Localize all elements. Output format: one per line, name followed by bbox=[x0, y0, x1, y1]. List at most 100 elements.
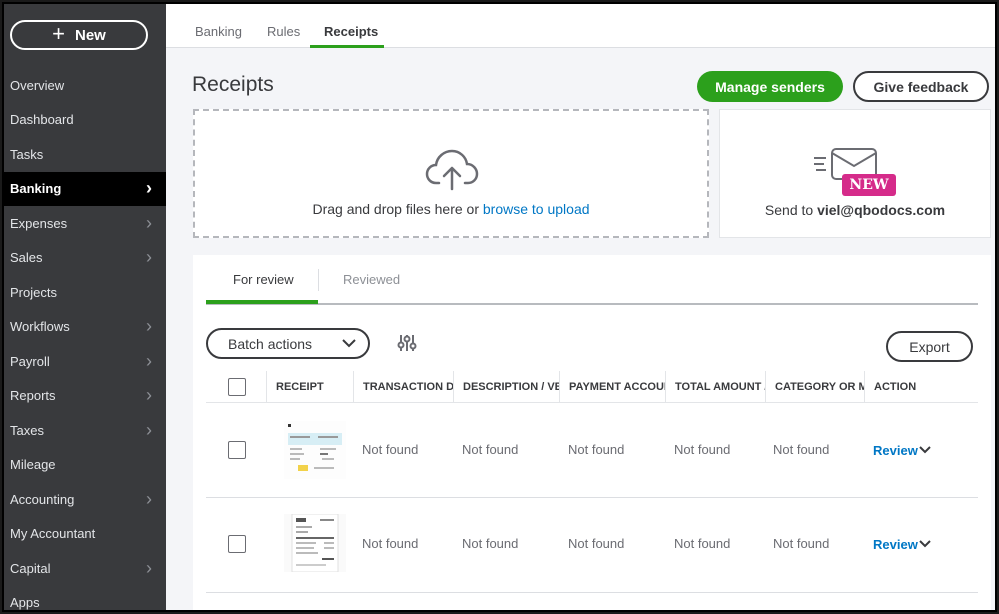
sidebar-item-label: Banking bbox=[10, 181, 62, 197]
receipt-thumbnail[interactable] bbox=[284, 514, 346, 572]
tab-receipts[interactable]: Receipts bbox=[324, 24, 378, 39]
table-header: RECEIPT TRANSACTION DATE DESCRIPTION / V… bbox=[206, 371, 978, 403]
tab-divider bbox=[318, 269, 319, 291]
send-to-prefix: Send to bbox=[764, 202, 818, 218]
new-button-label: New bbox=[75, 26, 106, 44]
col-category-match[interactable]: CATEGORY OR MATCH bbox=[765, 371, 864, 403]
sidebar-item-expenses[interactable]: Expenses › bbox=[4, 206, 166, 241]
new-button[interactable]: + New bbox=[10, 20, 148, 50]
batch-actions-label: Batch actions bbox=[228, 335, 313, 352]
cell-category: Not found bbox=[773, 442, 830, 457]
sidebar-item-taxes[interactable]: Taxes › bbox=[4, 413, 166, 448]
tabs-baseline bbox=[206, 303, 978, 305]
sidebar-item-label: Apps bbox=[10, 595, 40, 611]
cell-total-amount: Not found bbox=[674, 442, 731, 457]
cell-category: Not found bbox=[773, 536, 830, 551]
sidebar-item-label: Taxes bbox=[10, 422, 44, 438]
sidebar-item-label: Capital bbox=[10, 560, 51, 576]
sidebar-item-reports[interactable]: Reports › bbox=[4, 379, 166, 414]
receipt-thumbnail[interactable] bbox=[284, 421, 346, 479]
tab-rules[interactable]: Rules bbox=[267, 24, 300, 39]
cell-payment-account: Not found bbox=[568, 536, 625, 551]
sidebar-item-label: Expenses bbox=[10, 215, 68, 231]
filter-settings-icon[interactable] bbox=[397, 333, 417, 353]
col-transaction-date[interactable]: TRANSACTION DATE bbox=[353, 371, 453, 403]
sidebar-item-tasks[interactable]: Tasks bbox=[4, 137, 166, 172]
sidebar-item-label: Dashboard bbox=[10, 112, 74, 128]
col-action: ACTION bbox=[864, 371, 978, 403]
select-all-checkbox[interactable] bbox=[228, 378, 246, 396]
sidebar-item-sales[interactable]: Sales › bbox=[4, 241, 166, 276]
sidebar-item-label: Reports bbox=[10, 388, 56, 404]
sidebar-item-projects[interactable]: Projects bbox=[4, 275, 166, 310]
export-button[interactable]: Export bbox=[886, 331, 973, 362]
chevron-down-icon[interactable] bbox=[919, 540, 931, 548]
col-total-amount[interactable]: TOTAL AMOUNT / TAX bbox=[665, 371, 765, 403]
send-to-text: Send to viel@qbodocs.com bbox=[720, 202, 990, 218]
manage-senders-button[interactable]: Manage senders bbox=[697, 71, 843, 102]
sidebar-item-label: Sales bbox=[10, 250, 43, 266]
row-checkbox[interactable] bbox=[228, 535, 246, 553]
sidebar-item-mileage[interactable]: Mileage bbox=[4, 448, 166, 483]
nav-list: Overview Dashboard Tasks Banking › Expenses › S… bbox=[4, 68, 166, 611]
plus-icon: + bbox=[52, 21, 65, 46]
sidebar-item-apps[interactable]: Apps bbox=[4, 586, 166, 611]
sidebar-item-label: Projects bbox=[10, 284, 57, 300]
chevron-down-icon[interactable] bbox=[919, 446, 931, 454]
review-link[interactable]: Review bbox=[873, 537, 918, 552]
chevron-down-icon bbox=[342, 339, 356, 348]
cell-transaction-date: Not found bbox=[362, 536, 419, 551]
email-forwarding-card: NEW Send to viel@qbodocs.com bbox=[719, 109, 991, 238]
active-tab-indicator bbox=[310, 45, 384, 48]
sidebar-item-accounting[interactable]: Accounting › bbox=[4, 482, 166, 517]
tab-banking[interactable]: Banking bbox=[195, 24, 242, 39]
sidebar-item-payroll[interactable]: Payroll › bbox=[4, 344, 166, 379]
chevron-right-icon: › bbox=[146, 385, 152, 406]
sidebar-item-overview[interactable]: Overview bbox=[4, 68, 166, 103]
tab-reviewed[interactable]: Reviewed bbox=[343, 272, 400, 287]
sidebar-item-label: Payroll bbox=[10, 353, 50, 369]
main-content: Banking Rules Receipts Receipts Manage s… bbox=[166, 4, 995, 610]
new-badge: NEW bbox=[842, 174, 896, 196]
sidebar-item-label: Tasks bbox=[10, 146, 44, 162]
chevron-right-icon: › bbox=[146, 178, 152, 199]
chevron-right-icon: › bbox=[146, 488, 152, 509]
top-tabs: Banking Rules Receipts bbox=[166, 4, 995, 48]
upload-dropzone[interactable]: Drag and drop files here or browse to up… bbox=[193, 109, 709, 238]
sidebar-item-banking[interactable]: Banking › bbox=[4, 171, 166, 206]
sidebar-item-my-accountant[interactable]: My Accountant bbox=[4, 517, 166, 552]
row-checkbox[interactable] bbox=[228, 441, 246, 459]
cell-total-amount: Not found bbox=[674, 536, 731, 551]
sidebar-item-label: My Accountant bbox=[10, 526, 96, 542]
active-review-tab-indicator bbox=[206, 300, 318, 304]
chevron-right-icon: › bbox=[146, 212, 152, 233]
cloud-upload-icon bbox=[425, 149, 479, 191]
col-payment-account[interactable]: PAYMENT ACCOUNT bbox=[559, 371, 665, 403]
left-nav: + New Overview Dashboard Tasks Banking › Expe… bbox=[4, 4, 166, 611]
review-link[interactable]: Review bbox=[873, 443, 918, 458]
give-feedback-button[interactable]: Give feedback bbox=[853, 71, 989, 102]
chevron-right-icon: › bbox=[146, 350, 152, 371]
chevron-right-icon: › bbox=[146, 316, 152, 337]
col-description-vendor[interactable]: DESCRIPTION / VENDOR bbox=[453, 371, 559, 403]
receipt-email: viel@qbodocs.com bbox=[817, 202, 946, 218]
upload-text: Drag and drop files here or bbox=[312, 201, 483, 217]
sidebar-item-label: Accounting bbox=[10, 491, 75, 507]
table-row: Not found Not found Not found Not found … bbox=[206, 404, 978, 498]
chevron-right-icon: › bbox=[146, 557, 152, 578]
browse-link[interactable]: browse to upload bbox=[483, 201, 590, 217]
cell-description: Not found bbox=[462, 442, 519, 457]
sidebar-item-capital[interactable]: Capital › bbox=[4, 551, 166, 586]
sidebar-item-label: Workflows bbox=[10, 319, 70, 335]
receipts-panel: For review Reviewed Batch actions Export… bbox=[193, 255, 991, 610]
app-window: + New Overview Dashboard Tasks Banking › Expe… bbox=[2, 2, 997, 612]
sidebar-item-label: Mileage bbox=[10, 457, 56, 473]
col-receipt[interactable]: RECEIPT bbox=[266, 371, 353, 403]
batch-actions-dropdown[interactable]: Batch actions bbox=[206, 328, 370, 359]
chevron-right-icon: › bbox=[146, 247, 152, 268]
sidebar-item-workflows[interactable]: Workflows › bbox=[4, 310, 166, 345]
upload-instructions: Drag and drop files here or browse to up… bbox=[195, 201, 707, 217]
sidebar-item-dashboard[interactable]: Dashboard bbox=[4, 103, 166, 138]
tab-for-review[interactable]: For review bbox=[233, 272, 294, 287]
chevron-right-icon: › bbox=[146, 419, 152, 440]
